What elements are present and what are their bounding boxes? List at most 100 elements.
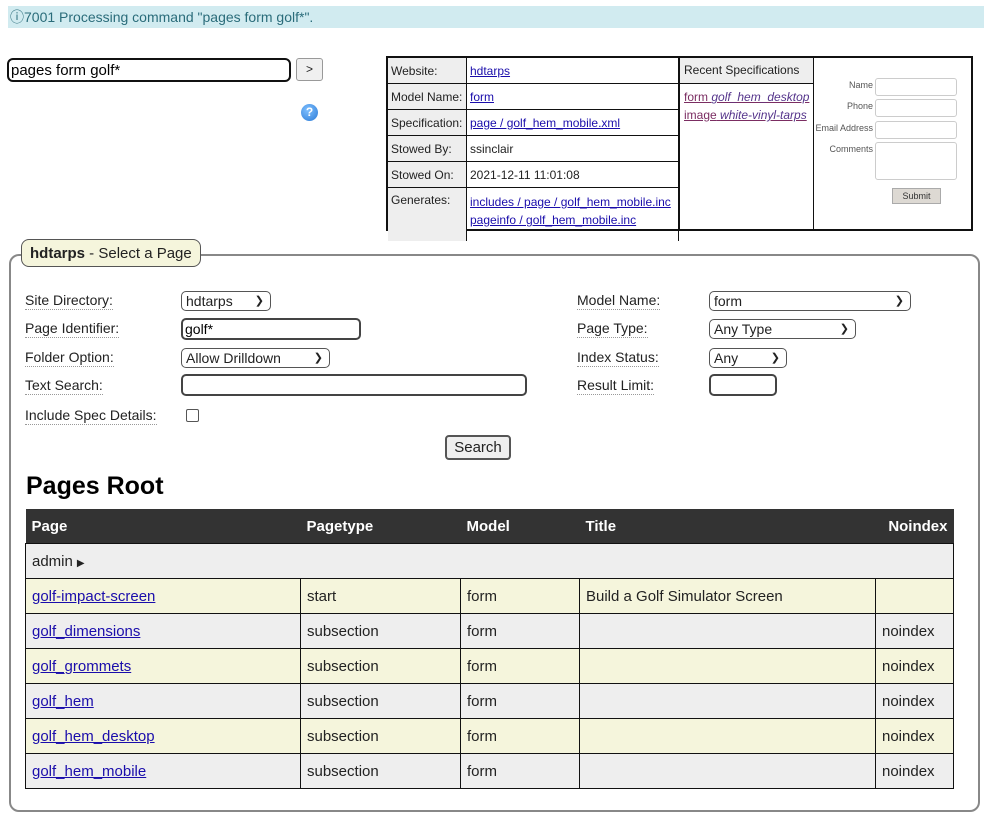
info-row-generates: Generates: includes / page / golf_hem_mob…	[388, 187, 679, 241]
page-link[interactable]: golf_hem	[32, 693, 94, 710]
page-identifier-input[interactable]	[181, 318, 361, 340]
site-directory-label: Site Directory:	[25, 292, 113, 310]
info-row: Stowed On: 2021-12-11 11:01:08	[388, 161, 679, 188]
recent-spec-link[interactable]: image white-vinyl-tarps	[680, 106, 813, 124]
result-limit-input[interactable]	[709, 374, 777, 396]
info-value[interactable]: page / golf_hem_mobile.xml	[466, 109, 679, 136]
cell-page[interactable]: golf_hem_desktop	[25, 718, 301, 754]
cell-noindex: noindex	[875, 613, 954, 649]
cell-model: form	[460, 718, 580, 754]
text-search-label: Text Search:	[25, 377, 103, 395]
info-row: Website: hdtarps	[388, 58, 679, 84]
cell-pagetype: subsection	[300, 753, 461, 789]
info-value-link[interactable]: page / golf_hem_mobile.xml	[470, 116, 620, 130]
column-header-page: Page	[25, 509, 301, 544]
cell-noindex	[875, 578, 954, 614]
info-value[interactable]: form	[466, 83, 679, 110]
folder-cell[interactable]: admin ▶	[25, 543, 954, 579]
table-row: golf_dimensions subsection form noindex	[25, 613, 954, 649]
cell-pagetype: subsection	[300, 683, 461, 719]
preview-field-email: Email Address	[815, 121, 957, 139]
info-label: Specification:	[388, 109, 467, 136]
recent-specifications-header: Recent Specifications	[680, 58, 813, 84]
cell-page[interactable]: golf_hem	[25, 683, 301, 719]
cell-pagetype: subsection	[300, 718, 461, 754]
page-link[interactable]: golf-impact-screen	[32, 588, 155, 605]
include-spec-details-checkbox[interactable]	[186, 409, 199, 422]
panel-legend: hdtarps - Select a Page	[21, 239, 201, 267]
chevron-down-icon: ❯	[313, 352, 323, 364]
info-circle-icon: ⓘ	[10, 9, 24, 25]
generates-links: includes / page / golf_hem_mobile.inc pag…	[466, 187, 679, 241]
cell-noindex: noindex	[875, 718, 954, 754]
cell-pagetype: start	[300, 578, 461, 614]
folder-row[interactable]: admin ▶	[25, 543, 954, 579]
chevron-down-icon: ❯	[894, 295, 904, 307]
cell-model: form	[460, 683, 580, 719]
site-directory-select[interactable]: hdtarps ❯	[181, 291, 271, 311]
command-go-button[interactable]: >	[296, 58, 323, 81]
form-preview: Name Phone Email Address Comments Submit	[814, 58, 971, 229]
preview-name-input	[875, 78, 957, 96]
cell-page[interactable]: golf-impact-screen	[25, 578, 301, 614]
preview-comments-textarea	[875, 142, 957, 180]
generated-file-link[interactable]: pageinfo / golf_hem_mobile.inc	[470, 211, 675, 229]
expand-triangle-icon: ▶	[76, 557, 85, 569]
page-link[interactable]: golf_hem_mobile	[32, 763, 146, 780]
page-link[interactable]: golf_grommets	[32, 658, 131, 675]
model-name-label: Model Name:	[577, 292, 661, 310]
help-icon[interactable]: ?	[301, 104, 318, 121]
results-title: Pages Root	[26, 472, 164, 500]
cell-noindex: noindex	[875, 683, 954, 719]
info-row: Stowed By: ssinclair	[388, 135, 679, 162]
info-label: Stowed On:	[388, 161, 467, 188]
cell-page[interactable]: golf_grommets	[25, 648, 301, 684]
results-table: Page Pagetype Model Title Noindex admin ▶…	[25, 509, 954, 789]
chevron-down-icon: ❯	[839, 323, 849, 335]
page-identifier-label: Page Identifier:	[25, 320, 120, 338]
info-value[interactable]: hdtarps	[466, 58, 679, 84]
cell-title	[579, 718, 876, 754]
model-name-select[interactable]: form ❯	[709, 291, 911, 311]
recent-specifications: Recent Specifications form golf_hem_desk…	[679, 58, 814, 229]
cell-title	[579, 683, 876, 719]
preview-field-comments: Comments	[829, 142, 957, 180]
page-type-label: Page Type:	[577, 320, 648, 338]
spec-info-panel: Website: hdtarps Model Name: form Specificat…	[386, 56, 973, 241]
cell-title	[579, 648, 876, 684]
index-status-select[interactable]: Any ❯	[709, 348, 787, 368]
info-value: ssinclair	[466, 135, 679, 162]
cell-title	[579, 753, 876, 789]
info-value-link[interactable]: hdtarps	[470, 64, 510, 78]
cell-page[interactable]: golf_dimensions	[25, 613, 301, 649]
cell-noindex: noindex	[875, 753, 954, 789]
generated-file-link[interactable]: includes / page / golf_hem_mobile.inc	[470, 193, 675, 211]
folder-option-label: Folder Option:	[25, 349, 114, 367]
preview-email-input	[875, 121, 957, 139]
recent-spec-link[interactable]: form golf_hem_desktop	[680, 88, 813, 106]
page-link[interactable]: golf_hem_desktop	[32, 728, 155, 745]
info-label: Model Name:	[388, 83, 467, 110]
command-input[interactable]	[7, 58, 291, 82]
chevron-down-icon: ❯	[770, 352, 780, 364]
info-value-link[interactable]: form	[470, 90, 494, 104]
page-link[interactable]: golf_dimensions	[32, 623, 140, 640]
cell-noindex: noindex	[875, 648, 954, 684]
chevron-down-icon: ❯	[254, 295, 264, 307]
cell-pagetype: subsection	[300, 613, 461, 649]
table-row: golf_grommets subsection form noindex	[25, 648, 954, 684]
column-header-model: Model	[460, 509, 580, 544]
index-status-label: Index Status:	[577, 349, 659, 367]
result-limit-label: Result Limit:	[577, 377, 655, 395]
table-row: golf_hem subsection form noindex	[25, 683, 954, 719]
page-type-select[interactable]: Any Type ❯	[709, 319, 856, 339]
cell-pagetype: subsection	[300, 648, 461, 684]
cell-model: form	[460, 613, 580, 649]
cell-page[interactable]: golf_hem_mobile	[25, 753, 301, 789]
folder-option-select[interactable]: Allow Drilldown ❯	[181, 348, 330, 368]
text-search-input[interactable]	[181, 374, 527, 396]
column-header-title: Title	[579, 509, 876, 544]
cell-model: form	[460, 648, 580, 684]
info-row: Specification: page / golf_hem_mobile.xml	[388, 109, 679, 136]
search-button[interactable]: Search	[445, 435, 511, 460]
